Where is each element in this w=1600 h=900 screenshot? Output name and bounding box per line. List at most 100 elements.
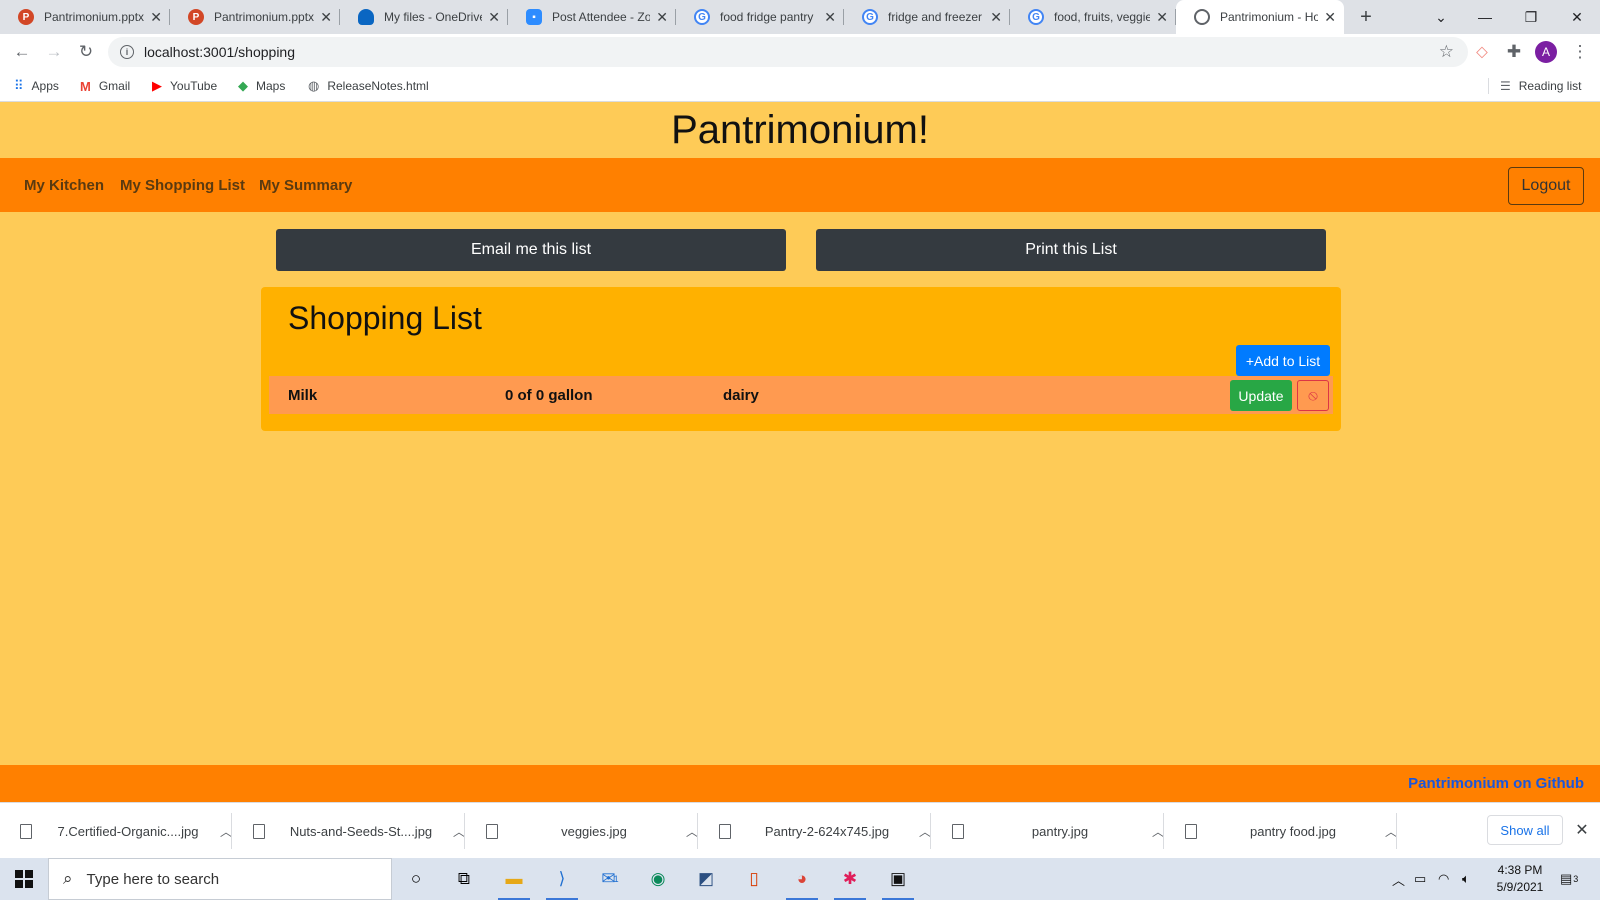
tab-pantrimonium-pptx-2[interactable]: P Pantrimonium.pptx ✕ (170, 0, 340, 34)
bookmark-maps[interactable]: ◆ Maps (238, 70, 285, 102)
download-shelf: 7.Certified-Organic....jpg ︿ Nuts-and-Se… (0, 802, 1600, 858)
tab-google-food-fridge[interactable]: G food fridge pantry ✕ (676, 0, 844, 34)
shopping-list-title: Shopping List (288, 300, 482, 336)
powerpoint-icon: P (18, 9, 34, 25)
file-icon (486, 823, 498, 839)
close-icon[interactable]: ✕ (656, 9, 668, 26)
download-item[interactable]: Pantry-2-624x745.jpg ︿ (699, 803, 931, 859)
address-bar[interactable]: i localhost:3001/shopping ☆ (108, 37, 1468, 67)
item-category: dairy (723, 386, 759, 404)
show-all-downloads-button[interactable]: Show all (1487, 815, 1563, 845)
list-item: Milk 0 of 0 gallon dairy (269, 376, 1333, 414)
tab-pantrimonium-pptx-1[interactable]: P Pantrimonium.pptx ✕ (0, 0, 170, 34)
tab-zoom[interactable]: ▪ Post Attendee - Zo ✕ (508, 0, 676, 34)
download-item[interactable]: pantry.jpg ︿ (932, 803, 1164, 859)
close-icon[interactable]: ✕ (824, 9, 836, 26)
reload-icon[interactable]: ↻ (72, 38, 100, 66)
chrome-icon[interactable]: ◕ (782, 863, 822, 900)
close-icon[interactable]: ✕ (990, 9, 1002, 26)
file-explorer-icon[interactable]: ▬ (494, 863, 534, 900)
vscode-icon[interactable]: ⟩ (542, 863, 582, 900)
file-icon (719, 823, 731, 839)
google-icon: G (1028, 9, 1044, 25)
forward-icon[interactable]: → (40, 38, 68, 66)
globe-icon: ◍ (308, 78, 320, 93)
minimize-icon[interactable]: — (1462, 0, 1508, 34)
window-close-icon[interactable]: ✕ (1554, 0, 1600, 34)
search-icon: ⌕ (63, 869, 73, 888)
sql-tool-icon[interactable]: ◩ (686, 863, 726, 895)
edge-icon[interactable]: ◉ (638, 863, 678, 895)
bookmark-youtube[interactable]: ▶ YouTube (152, 70, 217, 102)
powerpoint-icon: P (188, 9, 204, 25)
battery-icon[interactable]: ▭ (1414, 858, 1426, 900)
download-item[interactable]: veggies.jpg ︿ (466, 803, 698, 859)
nav-my-kitchen[interactable]: My Kitchen (24, 158, 104, 212)
site-info-icon[interactable]: i (120, 45, 134, 59)
update-button[interactable]: Update (1230, 380, 1292, 411)
bookmark-gmail[interactable]: M Gmail (80, 70, 130, 102)
volume-icon[interactable]: 🔈︎ (1462, 858, 1470, 900)
logout-button[interactable]: Logout (1508, 167, 1584, 205)
tab-google-food-fruits[interactable]: G food, fruits, veggie ✕ (1010, 0, 1176, 34)
nav-my-summary[interactable]: My Summary (259, 158, 352, 212)
globe-icon (1194, 9, 1210, 25)
bookmark-apps[interactable]: ⠿ Apps (14, 70, 59, 102)
task-view-icon[interactable]: ⧉ (444, 863, 484, 895)
tab-google-fridge-freezer[interactable]: G fridge and freezer s ✕ (844, 0, 1010, 34)
office-icon[interactable]: ▯ (734, 863, 774, 895)
tab-onedrive[interactable]: My files - OneDrive ✕ (340, 0, 508, 34)
close-icon[interactable]: ✕ (150, 9, 162, 26)
terminal-icon[interactable]: ▣ (878, 863, 918, 900)
close-icon[interactable]: ✕ (1324, 9, 1336, 26)
maps-icon: ◆ (238, 78, 248, 93)
windows-logo-icon (15, 870, 33, 888)
show-hidden-icons[interactable]: ︿ (1392, 858, 1405, 900)
reading-list[interactable]: ☰ Reading list (1488, 70, 1581, 102)
close-icon[interactable]: ✕ (320, 9, 332, 26)
close-download-shelf-icon[interactable]: ✕ (1572, 815, 1592, 845)
extensions-puzzle-icon[interactable]: ✚ (1500, 38, 1528, 66)
cortana-icon[interactable]: ○ (396, 863, 436, 895)
close-icon[interactable]: ✕ (488, 9, 500, 26)
wifi-icon[interactable]: ◠ (1438, 858, 1449, 900)
new-tab-button[interactable]: + (1352, 0, 1380, 34)
extension-icon[interactable]: ⬦ (1468, 38, 1496, 66)
gmail-icon: M (80, 78, 91, 94)
file-icon (20, 823, 32, 839)
restore-icon[interactable]: ❐ (1508, 0, 1554, 34)
file-icon (952, 823, 964, 839)
back-icon[interactable]: ← (8, 38, 36, 66)
nav-my-shopping-list[interactable]: My Shopping List (120, 158, 245, 212)
email-list-button[interactable]: Email me this list (276, 229, 786, 271)
print-list-button[interactable]: Print this List (816, 229, 1326, 271)
taskbar-clock[interactable]: 4:38 PM 5/9/2021 (1490, 862, 1550, 896)
browser-toolbar: ← → ↻ i localhost:3001/shopping ☆ ⬦ ✚ A … (0, 34, 1600, 70)
download-item[interactable]: Nuts-and-Seeds-St....jpg ︿ (233, 803, 465, 859)
taskbar-search[interactable]: ⌕ Type here to search (48, 858, 392, 900)
item-name: Milk (288, 386, 318, 404)
mail-icon[interactable]: ✉ 1 (590, 863, 630, 895)
google-icon: G (862, 9, 878, 25)
add-to-list-button[interactable]: +Add to List (1236, 345, 1330, 376)
tab-pantrimonium-home[interactable]: Pantrimonium - Ho ✕ (1176, 0, 1344, 34)
notifications-icon[interactable]: ▤ 3 (1560, 858, 1578, 900)
reading-list-icon: ☰ (1500, 79, 1511, 93)
bookmark-star-icon[interactable]: ☆ (1439, 42, 1454, 62)
remove-button[interactable]: ⦸ (1297, 380, 1329, 411)
github-link[interactable]: Pantrimonium on Github (1408, 765, 1584, 802)
download-item[interactable]: pantry food.jpg ︿ (1165, 803, 1397, 859)
browser-tab-strip: P Pantrimonium.pptx ✕ P Pantrimonium.ppt… (0, 0, 1600, 34)
tab-search-icon[interactable]: ⌄ (1418, 0, 1464, 34)
page-title: Pantrimonium! (0, 102, 1600, 158)
menu-kebab-icon[interactable]: ⋮ (1566, 38, 1594, 66)
start-button[interactable] (0, 858, 48, 900)
mail-badge: 1 (613, 874, 619, 884)
onedrive-icon (358, 9, 374, 25)
slack-icon[interactable]: ✱ (830, 863, 870, 900)
bookmark-releasenotes[interactable]: ◍ ReleaseNotes.html (308, 70, 429, 102)
file-icon (253, 823, 265, 839)
close-icon[interactable]: ✕ (1156, 9, 1168, 26)
profile-avatar[interactable]: A (1535, 41, 1557, 63)
download-item[interactable]: 7.Certified-Organic....jpg ︿ (0, 803, 232, 859)
